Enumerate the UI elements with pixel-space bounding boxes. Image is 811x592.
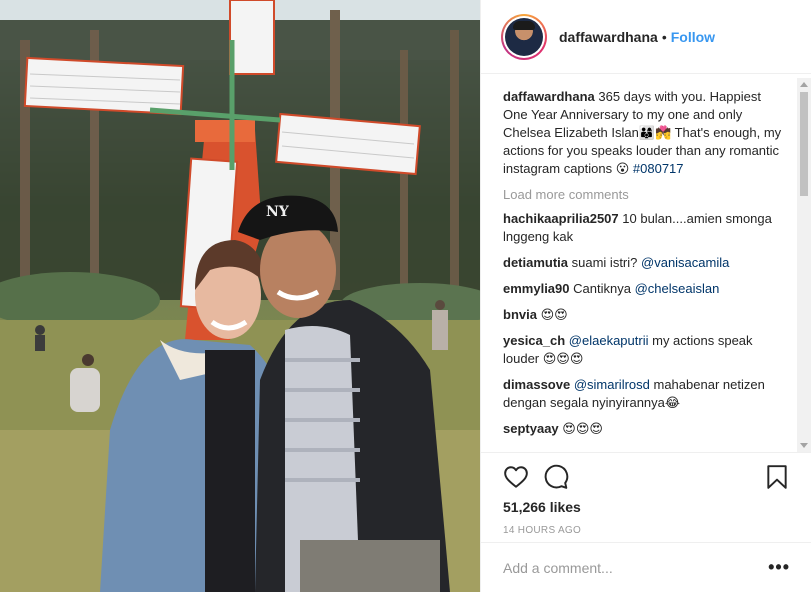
add-comment-bar: ••• <box>481 542 811 592</box>
post-timestamp[interactable]: 14 HOURS AGO <box>503 525 790 536</box>
comment-username[interactable]: emmylia90 <box>503 281 570 296</box>
comment-text: 😍😍 <box>540 307 568 322</box>
comment-username[interactable]: detiamutia <box>503 255 568 270</box>
comment-item: detiamutia suami istri? @vanisacamila <box>503 254 788 272</box>
photo-illustration: NY <box>0 0 480 592</box>
bookmark-icon[interactable] <box>764 464 790 490</box>
follow-button[interactable]: Follow <box>671 29 715 45</box>
post-author-username[interactable]: daffawardhana <box>559 29 658 45</box>
post-photo[interactable]: NY <box>0 0 480 592</box>
more-options-icon[interactable]: ••• <box>768 557 790 578</box>
comment-item: hachikaaprilia2507 10 bulan....amien smo… <box>503 210 788 246</box>
caption-username[interactable]: daffawardhana <box>503 89 595 104</box>
speech-bubble-icon[interactable] <box>543 464 569 490</box>
heart-icon[interactable] <box>503 464 529 490</box>
add-comment-input[interactable] <box>503 559 769 576</box>
comment-username[interactable]: septyaay <box>503 421 559 436</box>
scrollbar-thumb[interactable] <box>800 92 808 196</box>
comment-username[interactable]: dimassove <box>503 377 570 392</box>
comment-username[interactable]: yesica_ch <box>503 333 565 348</box>
comment-username[interactable]: hachikaaprilia2507 <box>503 211 619 226</box>
comment-text: 😍😍😍 <box>562 421 603 436</box>
separator-dot: • <box>661 28 667 45</box>
likes-count[interactable]: 51,266 likes <box>503 499 790 515</box>
comment-item: dimassove @simarilrosd mahabenar netizen… <box>503 376 788 412</box>
comment-username[interactable]: bnvia <box>503 307 537 322</box>
instagram-post-window: NY daffawardhana • Follow daffawardhana 36… <box>0 0 811 592</box>
comments-list[interactable]: daffawardhana 365 days with you. Happies… <box>481 74 811 452</box>
post-actions: 51,266 likes 14 HOURS AGO <box>481 452 811 536</box>
post-header: daffawardhana • Follow <box>481 0 811 74</box>
comment-mention[interactable]: @simarilrosd <box>574 377 650 392</box>
svg-text:NY: NY <box>266 204 290 220</box>
post-caption: daffawardhana 365 days with you. Happies… <box>503 88 788 178</box>
comment-text: Cantiknya <box>573 281 631 296</box>
caption-hashtag[interactable]: #080717 <box>633 161 684 176</box>
comment-item: emmylia90 Cantiknya @chelseaislan <box>503 280 788 298</box>
post-side-panel: daffawardhana • Follow daffawardhana 365 d… <box>480 0 811 592</box>
load-more-comments-link[interactable]: Load more comments <box>503 186 788 204</box>
comment-text: suami istri? <box>571 255 638 270</box>
comment-mention[interactable]: @elaekaputrii <box>569 333 649 348</box>
comment-item: bnvia 😍😍 <box>503 306 788 324</box>
scroll-up-arrow-icon[interactable] <box>800 82 808 87</box>
comment-mention[interactable]: @chelseaislan <box>635 281 720 296</box>
comments-scrollbar[interactable] <box>797 78 811 452</box>
avatar[interactable] <box>501 13 547 60</box>
comment-item: septyaay 😍😍😍 <box>503 420 788 438</box>
comment-mention[interactable]: @vanisacamila <box>641 255 729 270</box>
scroll-down-arrow-icon[interactable] <box>800 443 808 448</box>
comment-item: yesica_ch @elaekaputrii my actions speak… <box>503 332 788 368</box>
